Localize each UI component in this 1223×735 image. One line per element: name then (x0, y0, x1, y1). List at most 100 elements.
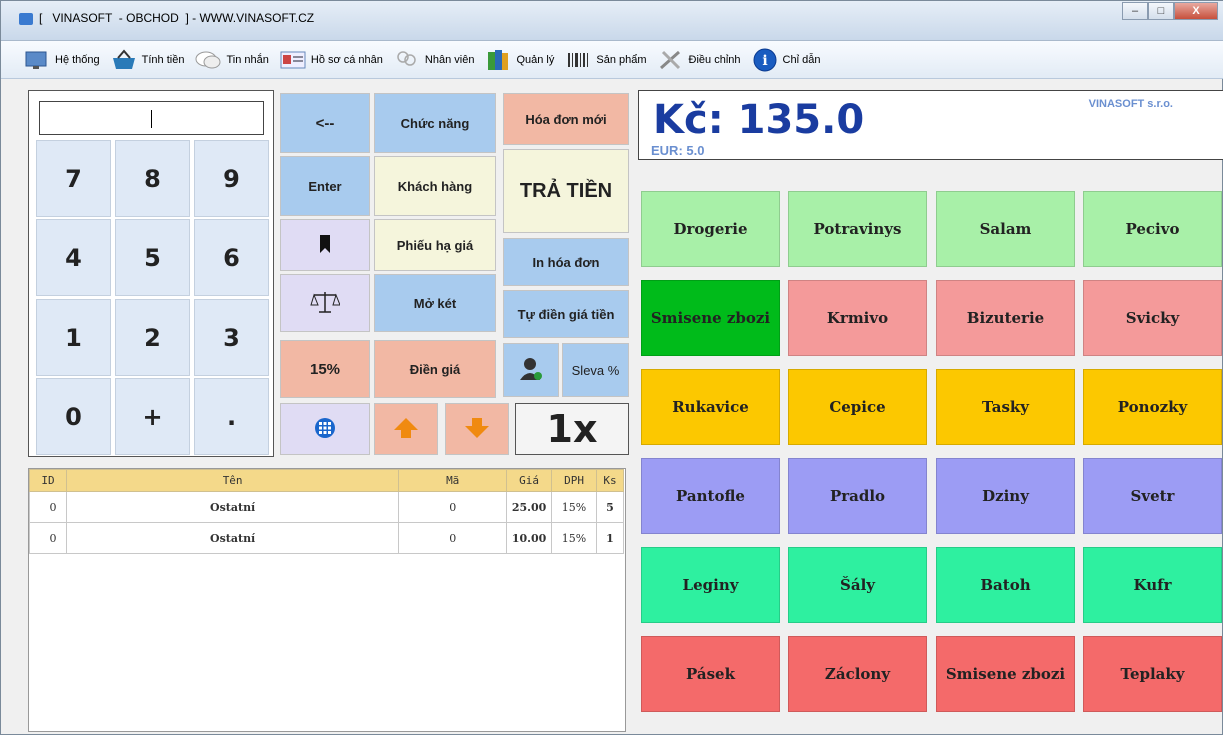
pay-button[interactable]: TRẢ TIỀN (503, 149, 629, 233)
books-icon (484, 48, 512, 72)
category-button[interactable]: Šály (788, 547, 927, 623)
cell-qty: 5 (596, 491, 624, 523)
cell-qty: 1 (596, 522, 624, 554)
header-price[interactable]: Giá (506, 469, 553, 492)
amount-input[interactable] (39, 101, 264, 135)
app-window: [ VINASOFT - OBCHOD ] - WWW.VINASOFT.CZ … (0, 0, 1223, 735)
menu-item-checkout[interactable]: Tính tiền (110, 48, 184, 72)
discount-voucher-button[interactable]: Phiếu hạ giá (374, 219, 496, 271)
new-invoice-button[interactable]: Hóa đơn mới (503, 93, 629, 145)
category-button[interactable]: Ponozky (1083, 369, 1222, 445)
header-vat[interactable]: DPH (551, 469, 597, 492)
category-button[interactable]: Cepice (788, 369, 927, 445)
header-code[interactable]: Mã (398, 469, 508, 492)
cell-name: Ostatní (65, 491, 400, 523)
category-button[interactable]: Smisene zbozi (641, 280, 780, 356)
bookmark-icon (318, 234, 332, 257)
text-caret (151, 110, 152, 128)
key-9[interactable]: 9 (194, 140, 269, 217)
cell-vat: 15% (551, 491, 597, 523)
chat-icon (194, 48, 222, 72)
customer-button[interactable]: Khách hàng (374, 156, 496, 216)
menu-item-system[interactable]: Hệ thống (23, 48, 100, 72)
category-button[interactable]: Kufr (1083, 547, 1222, 623)
header-qty[interactable]: Ks (596, 469, 624, 492)
category-button[interactable]: Salam (936, 191, 1075, 267)
info-icon: i (751, 48, 779, 72)
key-2[interactable]: 2 (115, 299, 190, 376)
key-1[interactable]: 1 (36, 299, 111, 376)
total-czk: Kč: 135.0 (653, 97, 865, 143)
category-button[interactable]: Pradlo (788, 458, 927, 534)
category-button[interactable]: Rukavice (641, 369, 780, 445)
key-4[interactable]: 4 (36, 219, 111, 296)
category-button[interactable]: Pantofle (641, 458, 780, 534)
category-button[interactable]: Záclony (788, 636, 927, 712)
arrow-down-button[interactable] (445, 403, 509, 455)
category-button[interactable]: Tasky (936, 369, 1075, 445)
category-button[interactable]: Krmivo (788, 280, 927, 356)
cell-code: 0 (398, 491, 508, 523)
key-8[interactable]: 8 (115, 140, 190, 217)
discount-15-button[interactable]: 15% (280, 340, 370, 398)
auto-fill-amount-button[interactable]: Tự điền giá tiền (503, 290, 629, 338)
key-plus[interactable]: + (115, 378, 190, 455)
table-row[interactable]: 0 Ostatní 0 25.00 15% 5 (29, 491, 624, 523)
key-decimal[interactable]: . (194, 378, 269, 455)
print-invoice-button[interactable]: In hóa đơn (503, 238, 629, 286)
key-7[interactable]: 7 (36, 140, 111, 217)
key-5[interactable]: 5 (115, 219, 190, 296)
category-button[interactable]: Teplaky (1083, 636, 1222, 712)
multiplier-display[interactable]: 1x (515, 403, 629, 455)
category-button[interactable]: Svicky (1083, 280, 1222, 356)
close-button[interactable]: X (1174, 2, 1218, 20)
scale-icon (310, 290, 341, 317)
table-header-row: ID Tên Mã Giá DPH Ks (29, 469, 624, 492)
cell-id: 0 (29, 491, 67, 523)
arrow-down-icon (464, 416, 490, 443)
maximize-button[interactable]: □ (1148, 2, 1174, 20)
menu-item-help[interactable]: i Chỉ dẫn (751, 48, 820, 72)
grid-button[interactable] (280, 403, 370, 455)
category-button[interactable]: Leginy (641, 547, 780, 623)
tools-icon (657, 48, 685, 72)
open-drawer-button[interactable]: Mở két (374, 274, 496, 332)
employee-discount-button[interactable] (503, 343, 559, 397)
category-button[interactable]: Drogerie (641, 191, 780, 267)
menu-item-profile[interactable]: Hồ sơ cá nhân (279, 48, 383, 72)
window-controls: – □ X (1122, 2, 1218, 20)
arrow-up-button[interactable] (374, 403, 438, 455)
table-row[interactable]: 0 Ostatní 0 10.00 15% 1 (29, 522, 624, 554)
category-button[interactable]: Batoh (936, 547, 1075, 623)
category-button[interactable]: Svetr (1083, 458, 1222, 534)
header-name[interactable]: Tên (65, 469, 400, 492)
header-id[interactable]: ID (29, 469, 67, 492)
menu-bar: Hệ thống Tính tiền Tin nhắn Hồ sơ cá nhâ… (1, 41, 1223, 79)
window-title: [ VINASOFT - OBCHOD ] - WWW.VINASOFT.CZ (39, 11, 315, 25)
menu-item-management[interactable]: Quản lý (484, 48, 554, 72)
menu-item-settings[interactable]: Điều chỉnh (657, 48, 741, 72)
minimize-button[interactable]: – (1122, 2, 1148, 20)
scale-button[interactable] (280, 274, 370, 332)
cell-id: 0 (29, 522, 67, 554)
key-6[interactable]: 6 (194, 219, 269, 296)
category-button[interactable]: Dziny (936, 458, 1075, 534)
total-eur: EUR: 5.0 (651, 143, 705, 158)
key-0[interactable]: 0 (36, 378, 111, 455)
bookmark-button[interactable] (280, 219, 370, 271)
function-button[interactable]: Chức năng (374, 93, 496, 153)
fill-price-button[interactable]: Điền giá (374, 340, 496, 398)
category-button[interactable]: Bizuterie (936, 280, 1075, 356)
category-button[interactable]: Pásek (641, 636, 780, 712)
category-button[interactable]: Potravinys (788, 191, 927, 267)
menu-item-employees[interactable]: Nhân viên (393, 48, 474, 72)
backspace-button[interactable]: <-- (280, 93, 370, 153)
menu-item-messages[interactable]: Tin nhắn (194, 48, 269, 72)
sleva-button[interactable]: Sleva % (562, 343, 629, 397)
category-button[interactable]: Pecivo (1083, 191, 1222, 267)
enter-button[interactable]: Enter (280, 156, 370, 216)
menu-item-products[interactable]: Sản phẩm (564, 48, 647, 72)
category-button[interactable]: Smisene zbozi (936, 636, 1075, 712)
cell-price: 10.00 (506, 522, 553, 554)
key-3[interactable]: 3 (194, 299, 269, 376)
